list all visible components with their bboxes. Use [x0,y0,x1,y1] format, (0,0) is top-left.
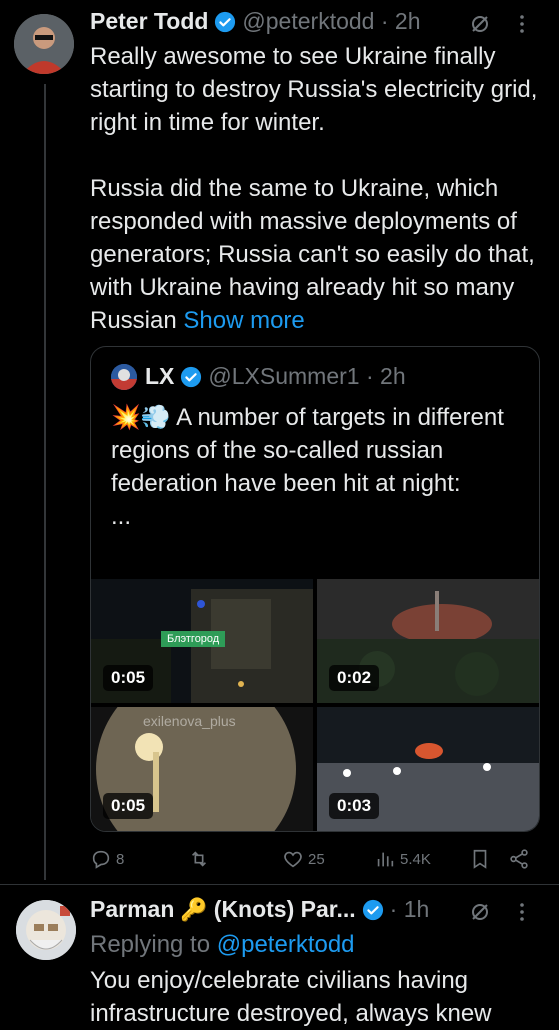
muted-conversation-icon[interactable] [468,900,492,924]
verified-badge-icon [362,899,383,920]
reply-icon [92,850,110,869]
thread-line [44,84,46,880]
avatar[interactable] [14,14,74,74]
video-duration: 0:05 [103,793,154,819]
tweet-actions: 8 25 5.4K [90,842,540,876]
video-thumbnail-1[interactable]: Блэтгород 0:05 [91,579,313,703]
video-duration: 0:03 [329,793,380,819]
tweet-text: You enjoy/celebrate civilians having inf… [90,967,492,1027]
tweet-divider [0,884,559,885]
video-thumbnail-2[interactable]: 0:02 [317,579,539,703]
views-button[interactable]: 5.4K [374,848,431,870]
video-duration: 0:02 [329,665,380,691]
replying-to-handle[interactable]: @peterktodd [217,931,355,958]
repost-button[interactable] [188,848,214,870]
timestamp[interactable]: 2h [395,8,421,35]
verified-badge-icon [181,366,202,387]
video-location-label: Блэтгород [161,631,226,647]
quote-emojis: 💥💨 [111,404,171,431]
quote-avatar[interactable] [111,363,137,390]
quote-ellipsis: ... [111,503,132,530]
tweet-header: Peter Todd @peterktodd · 2h [90,8,421,35]
tweet-paragraph-2-text: Russia did the same to Ukraine, which re… [90,175,535,334]
like-count: 25 [308,850,325,868]
quote-timestamp[interactable]: 2h [380,363,406,390]
media-grid: Блэтгород 0:05 0:02 exilenova_plus 0:05 … [91,579,539,831]
more-options-icon[interactable] [514,900,530,924]
key-emoji-icon: 🔑 [180,896,208,922]
video-watermark: exilenova_plus [143,713,236,729]
video-duration: 0:05 [103,665,154,691]
tweet-header: Parman 🔑 (Knots) Par... · 1h [90,896,429,923]
verified-badge-icon [215,11,236,32]
reply-count: 8 [116,850,125,868]
video-thumbnail-3[interactable]: exilenova_plus 0:05 [91,707,313,831]
reply-button[interactable]: 8 [90,848,124,870]
replying-to: Replying to @peterktodd [90,928,540,961]
tweet-paragraph-2: Russia did the same to Ukraine, which re… [90,172,540,337]
separator-dot: · [374,8,395,34]
more-options-icon[interactable] [514,12,530,36]
quote-text: 💥💨 A number of targets in different regi… [111,401,521,533]
quote-author-name[interactable]: LX [145,363,174,390]
muted-conversation-icon[interactable] [468,12,492,36]
video-thumbnail-4[interactable]: 0:03 [317,707,539,831]
analytics-icon [377,852,394,867]
tweet-text: Really awesome to see Ukraine finally st… [90,40,540,337]
avatar[interactable] [16,900,76,960]
tweet-paragraph-1: Really awesome to see Ukraine finally st… [90,43,538,136]
author-handle[interactable]: @peterktodd [242,8,374,35]
quote-author-handle[interactable]: @LXSummer1 [208,363,359,390]
heart-icon [284,851,302,868]
author-name-rest[interactable]: (Knots) Par... [214,896,356,923]
separator-dot: · [359,363,381,389]
author-name[interactable]: Peter Todd [90,8,208,35]
like-button[interactable]: 25 [282,848,325,870]
replying-to-label: Replying to [90,931,211,958]
view-count: 5.4K [400,850,431,868]
timestamp[interactable]: 1h [404,896,430,923]
quoted-tweet[interactable]: LX @LXSummer1 · 2h 💥💨 A number of target… [90,346,540,832]
repost-icon [191,851,207,867]
author-name[interactable]: Parman [90,896,174,923]
separator-dot: · [389,896,404,922]
quote-header: LX @LXSummer1 · 2h [111,363,406,390]
share-icon[interactable] [508,848,530,870]
bookmark-icon[interactable] [470,848,490,870]
show-more-link[interactable]: Show more [183,307,304,334]
